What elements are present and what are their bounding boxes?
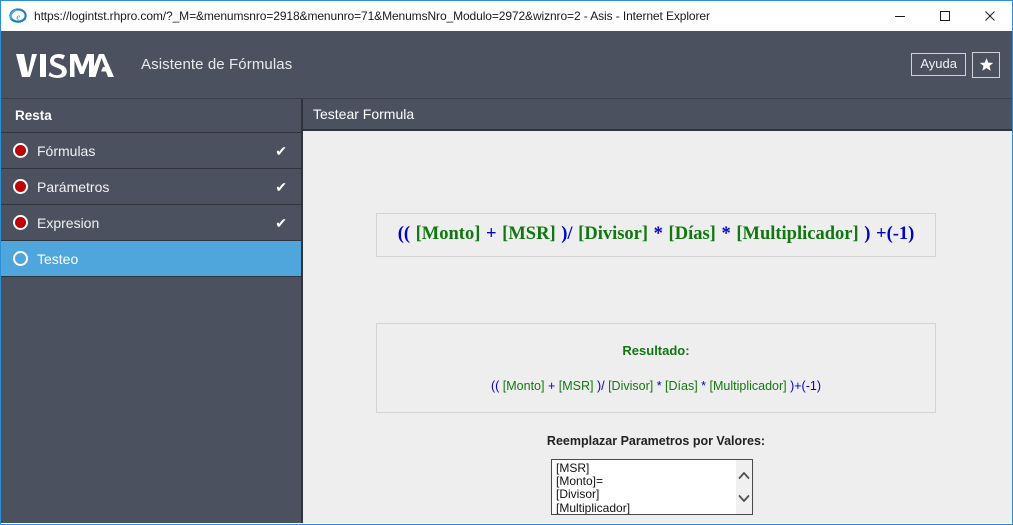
- formula-variable-token: [Días]: [668, 224, 716, 244]
- main-content: (( [Monto] + [MSR] )/ [Divisor] * [Días]…: [303, 131, 1012, 523]
- sidebar-item-par-metros[interactable]: Parámetros ✔: [1, 169, 301, 205]
- sidebar-item-label: Fórmulas: [37, 142, 96, 159]
- sidebar: Resta Fórmulas ✔ Parámetros ✔ Expresion ✔ Test…: [1, 99, 303, 523]
- favorite-button[interactable]: [972, 51, 1000, 78]
- formula-variable-token: [Multiplicador]: [709, 379, 787, 393]
- formula-operator-token: )+(-1): [786, 379, 821, 393]
- result-expression: (( [Monto] + [MSR] )/ [Divisor] * [Días]…: [377, 379, 935, 393]
- formula-operator-token: ) +(-1): [858, 224, 915, 244]
- browser-window: e https://logintst.rhpro.com/?_M=&menums…: [0, 0, 1013, 525]
- main-panel-header: Testear Formula: [303, 99, 1012, 131]
- parameter-listbox[interactable]: [MSR] [Monto]= [Divisor] [Multiplicador]: [551, 459, 753, 515]
- app-subtitle: Asistente de Fórmulas: [141, 56, 293, 73]
- step-complete-icon: [13, 179, 28, 194]
- formula-operator-token: *: [697, 379, 710, 393]
- sidebar-item-label: Expresion: [37, 214, 100, 231]
- formula-operator-token: +: [544, 379, 559, 393]
- header-actions: Ayuda: [911, 51, 1000, 78]
- chevron-down-icon[interactable]: [738, 494, 750, 503]
- internet-explorer-icon: e: [9, 7, 27, 25]
- sidebar-item-label: Testeo: [37, 250, 79, 267]
- step-complete-icon: [13, 143, 28, 158]
- sidebar-item-label: Parámetros: [37, 178, 110, 195]
- formula-variable-token: [Días]: [665, 379, 698, 393]
- formula-variable-token: [MSR]: [502, 224, 556, 244]
- formula-variable-token: [Multiplicador]: [736, 224, 859, 244]
- help-button[interactable]: Ayuda: [911, 52, 966, 77]
- listbox-scrollbar[interactable]: [735, 460, 752, 514]
- result-box: Resultado: (( [Monto] + [MSR] )/ [Diviso…: [376, 323, 936, 413]
- formula-variable-token: [MSR]: [558, 379, 594, 393]
- formula-operator-token: *: [653, 379, 666, 393]
- formula-operator-token: *: [648, 224, 669, 244]
- sidebar-filler: [1, 277, 301, 523]
- sidebar-item-expresion[interactable]: Expresion ✔: [1, 205, 301, 241]
- list-item[interactable]: [Multiplicador]: [556, 501, 735, 514]
- step-current-icon: [13, 251, 28, 266]
- check-icon: ✔: [275, 178, 287, 195]
- step-complete-icon: [13, 215, 28, 230]
- sidebar-item-f-rmulas[interactable]: Fórmulas ✔: [1, 133, 301, 169]
- formula-operator-token: *: [715, 224, 737, 244]
- chevron-up-icon[interactable]: [738, 471, 750, 480]
- formula-operator-token: )/: [593, 379, 609, 393]
- window-title: https://logintst.rhpro.com/?_M=&menumsnr…: [34, 9, 710, 23]
- formula-display-box: (( [Monto] + [MSR] )/ [Divisor] * [Días]…: [376, 213, 936, 258]
- maximize-button[interactable]: [922, 1, 967, 32]
- title-bar: e https://logintst.rhpro.com/?_M=&menums…: [1, 0, 1012, 31]
- sidebar-nav: Fórmulas ✔ Parámetros ✔ Expresion ✔ Testeo: [1, 133, 301, 277]
- formula-variable-token: [Divisor]: [578, 224, 649, 244]
- window-controls: [877, 1, 1012, 32]
- formula-variable-token: [Divisor]: [608, 379, 654, 393]
- list-item[interactable]: [Divisor]: [556, 488, 735, 501]
- body-split: Resta Fórmulas ✔ Parámetros ✔ Expresion ✔ Test…: [1, 99, 1012, 523]
- main-panel: Testear Formula (( [Monto] + [MSR] )/ [D…: [303, 99, 1012, 523]
- app-header: Asistente de Fórmulas Ayuda: [1, 31, 1012, 99]
- parameter-listbox-items[interactable]: [MSR] [Monto]= [Divisor] [Multiplicador]: [552, 460, 735, 514]
- check-icon: ✔: [275, 142, 287, 159]
- formula-operator-token: +: [480, 224, 503, 244]
- visma-logo: [16, 53, 114, 78]
- svg-text:e: e: [16, 11, 20, 21]
- sidebar-item-testeo[interactable]: Testeo: [1, 241, 301, 277]
- star-icon: [979, 58, 993, 71]
- formula-operator-token: )/: [555, 224, 579, 244]
- formula-operator-token: ((: [490, 379, 503, 393]
- replace-parameters-label: Reemplazar Parametros por Valores:: [546, 434, 766, 448]
- formula-variable-token: [Monto]: [502, 379, 545, 393]
- formula-operator-token: ((: [397, 224, 416, 244]
- formula-text: (( [Monto] + [MSR] )/ [Divisor] * [Días]…: [387, 222, 925, 246]
- close-button[interactable]: [967, 1, 1012, 32]
- check-icon: ✔: [275, 214, 287, 231]
- formula-variable-token: [Monto]: [415, 224, 481, 244]
- sidebar-title: Resta: [1, 99, 301, 133]
- result-title: Resultado:: [622, 343, 690, 358]
- minimize-button[interactable]: [877, 1, 922, 32]
